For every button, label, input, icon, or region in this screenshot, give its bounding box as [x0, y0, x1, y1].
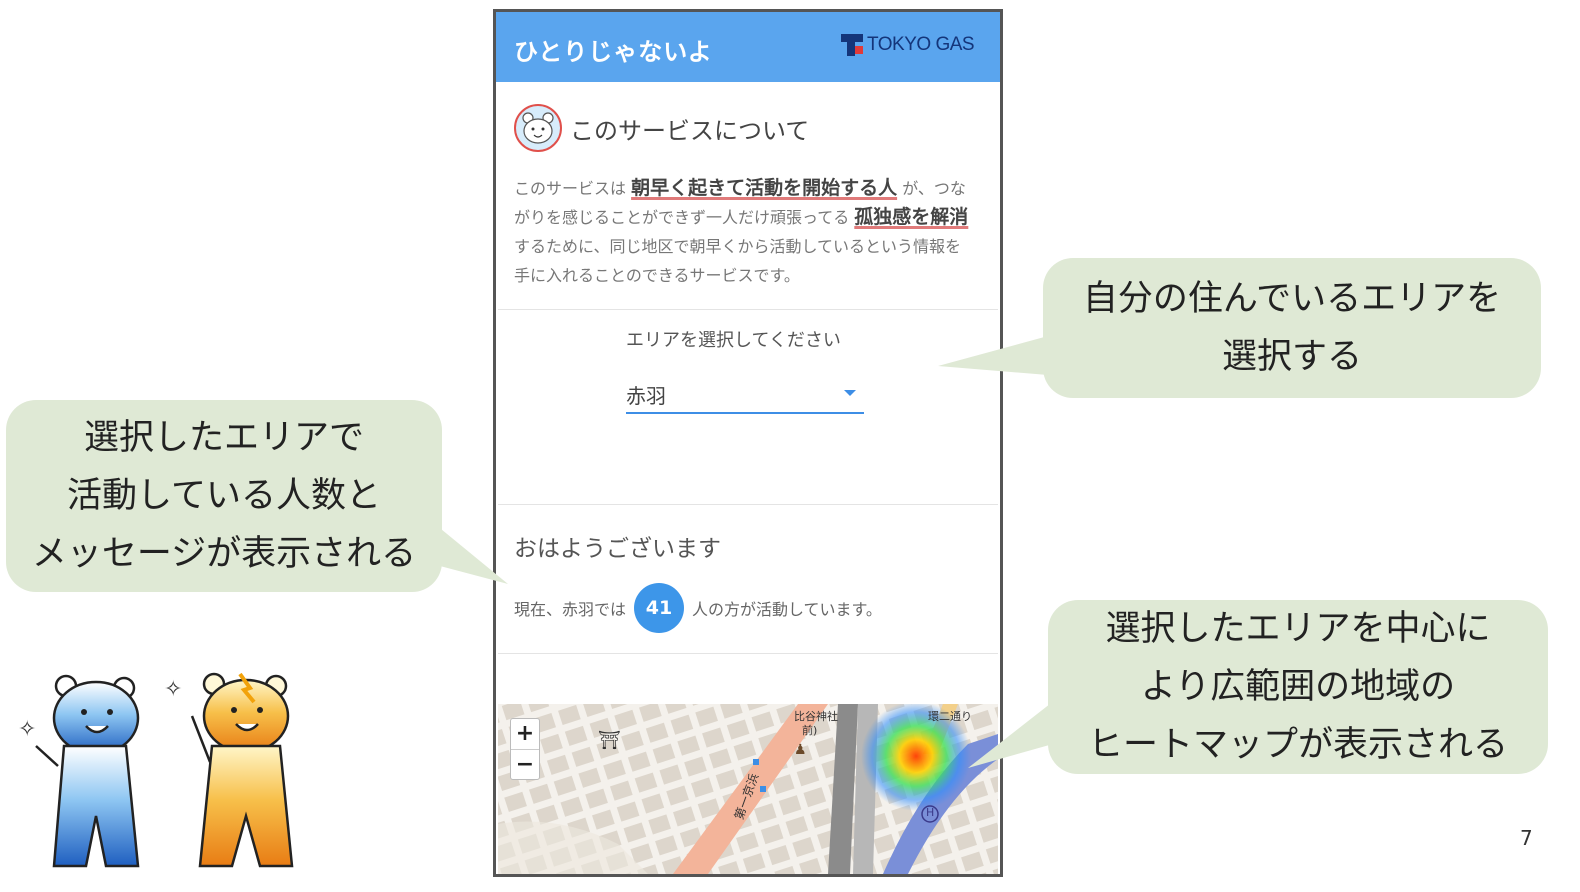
- about-card: このサービスについて このサービスは 朝早く起きて活動を開始する人 が、つながり…: [498, 84, 998, 310]
- callout-active-count: 選択したエリアで 活動している人数と メッセージが表示される: [6, 400, 442, 592]
- phone-screen: ひとりじゃないよ TOKYO GAS このサービスについて このサービスは 朝早…: [493, 9, 1003, 877]
- logo-text: TOKYO GAS: [867, 34, 975, 55]
- greeting-title: おはようございます: [514, 536, 721, 562]
- bear-mascots-illustration: ✧ ✧: [18, 672, 294, 868]
- area-select-value[interactable]: 赤羽: [626, 380, 666, 409]
- zoom-in-button[interactable]: +: [511, 719, 539, 749]
- callout-area-select: 自分の住んでいるエリアを 選択する: [1043, 258, 1541, 398]
- heatmap-map[interactable]: ⛩ ♟ 比谷神社 前) 第一京浜 環二通り H + −: [498, 704, 998, 874]
- area-select-label: エリアを選択してください: [626, 330, 841, 351]
- bear-avatar-icon: [514, 104, 562, 152]
- app-title: ひとりじゃないよ: [514, 38, 713, 66]
- status-prefix: 現在、赤羽では: [514, 600, 627, 619]
- highlight-loneliness: 孤独感を解消: [854, 206, 969, 228]
- page-number: 7: [1520, 826, 1533, 850]
- about-title: このサービスについて: [570, 116, 810, 145]
- svg-text:✧: ✧: [18, 717, 36, 742]
- svg-text:♟: ♟: [794, 742, 807, 758]
- highlight-early-risers: 朝早く起きて活動を開始する人: [631, 177, 898, 199]
- callout-line: メッセージが表示される: [31, 534, 417, 574]
- zoom-out-button[interactable]: −: [511, 749, 539, 779]
- map-label-road: 環二通り: [928, 710, 972, 723]
- callout-line: より広範囲の地域の: [1140, 667, 1456, 707]
- about-header: このサービスについて: [514, 104, 809, 152]
- zoom-control: + −: [510, 718, 540, 780]
- tokyo-gas-logo: TOKYO GAS: [841, 34, 975, 56]
- callout-line: ヒートマップが表示される: [1087, 725, 1508, 765]
- callout-line: 活動している人数と: [67, 476, 381, 516]
- tokyo-gas-logo-mark-icon: [841, 34, 863, 56]
- callout-line: 選択したエリアで: [83, 418, 364, 458]
- app-bar: ひとりじゃないよ TOKYO GAS: [496, 12, 1000, 82]
- greeting-card: おはようございます 現在、赤羽では 41 人の方が活動しています。: [498, 504, 998, 654]
- hospital-icon: H: [926, 806, 935, 819]
- active-count-badge: 41: [634, 583, 685, 633]
- svg-text:✧: ✧: [164, 677, 182, 702]
- callout-line: 自分の住んでいるエリアを: [1082, 279, 1502, 319]
- about-description: このサービスは 朝早く起きて活動を開始する人 が、つながりを感じることができず一…: [514, 177, 969, 285]
- map-label-shrine-2: 前): [802, 724, 818, 737]
- callout-line: 選択したエリアを中心に: [1105, 609, 1491, 649]
- status-suffix: 人の方が活動しています。: [692, 600, 882, 619]
- svg-text:⛩: ⛩: [598, 730, 621, 751]
- area-select[interactable]: 赤羽: [626, 374, 864, 414]
- callout-heatmap: 選択したエリアを中心に より広範囲の地域の ヒートマップが表示される: [1048, 600, 1548, 774]
- dropdown-caret-icon[interactable]: [844, 390, 856, 396]
- activity-status: 現在、赤羽では 41 人の方が活動しています。: [514, 583, 882, 633]
- callout-line: 選択する: [1221, 337, 1362, 377]
